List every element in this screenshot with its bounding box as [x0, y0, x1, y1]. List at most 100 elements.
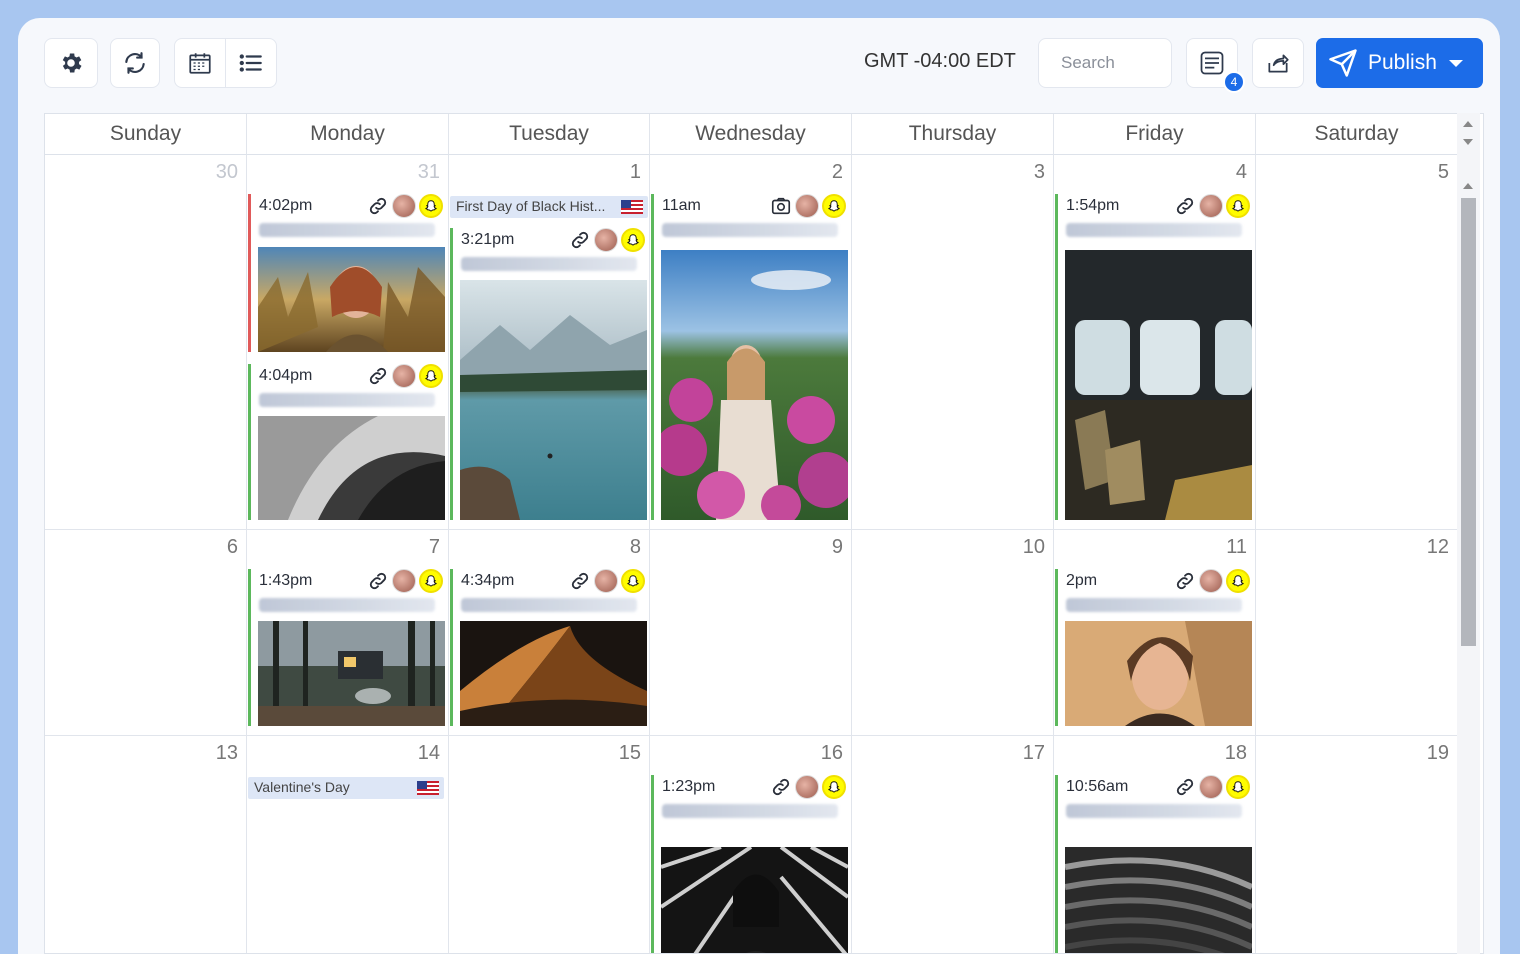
link-icon: [369, 572, 387, 590]
snapchat-icon: [621, 569, 645, 593]
avatar: [594, 569, 618, 593]
filter-icon: [1200, 51, 1224, 75]
toolbar: GMT -04:00 EDT 4 Publish: [18, 18, 1500, 113]
day-number: 11: [1226, 536, 1247, 558]
weekday-header: Sunday: [45, 114, 247, 155]
weekday-header: Tuesday: [449, 114, 650, 155]
search-input[interactable]: [1038, 38, 1172, 88]
woman-in-grass-photo: [258, 247, 445, 352]
instagram-icon: [771, 197, 791, 215]
scheduled-post[interactable]: 10:56am: [1055, 775, 1252, 953]
day-number: 13: [215, 742, 238, 764]
calendar-view-icon: [189, 53, 211, 74]
scheduled-post[interactable]: 3:21pm: [450, 228, 647, 520]
post-time: 1:43pm: [259, 572, 313, 589]
day-cell[interactable]: 5: [1256, 155, 1458, 530]
snapchat-icon: [822, 194, 846, 218]
day-cell[interactable]: 13: [45, 736, 247, 953]
day-cell[interactable]: 19: [1256, 736, 1458, 953]
post-time: 4:34pm: [461, 572, 515, 589]
filter-button[interactable]: 4: [1186, 38, 1245, 93]
list-view-button[interactable]: [225, 38, 277, 88]
day-number: 9: [831, 536, 843, 558]
day-cell[interactable]: 30: [45, 155, 247, 530]
publish-label: Publish: [1368, 51, 1437, 74]
link-icon: [1176, 197, 1194, 215]
scroll-up-icon[interactable]: [1463, 183, 1473, 189]
scheduled-post[interactable]: 1:23pm: [651, 775, 848, 953]
us-flag-icon: [621, 200, 643, 214]
post-caption-blurred: [461, 257, 637, 271]
weekday-header: Saturday: [1256, 114, 1458, 155]
day-number: 3: [1033, 161, 1045, 183]
post-caption-blurred: [1066, 223, 1242, 237]
scheduled-post[interactable]: 1:43pm: [248, 569, 445, 726]
snapchat-icon: [1226, 569, 1250, 593]
day-cell[interactable]: 10: [852, 530, 1054, 736]
post-status-bar: [651, 775, 654, 953]
scheduled-post[interactable]: 11am: [651, 194, 848, 520]
link-icon: [1176, 778, 1194, 796]
day-number: 19: [1426, 742, 1449, 764]
architecture-bw-photo: [258, 416, 445, 520]
day-cell[interactable]: 12: [1256, 530, 1458, 736]
post-icons: [569, 228, 645, 252]
day-cell[interactable]: 9: [650, 530, 852, 736]
calendar-view-button[interactable]: [174, 38, 226, 88]
scroll-up-icon[interactable]: [1463, 121, 1473, 127]
scheduled-post[interactable]: 2pm: [1055, 569, 1252, 726]
train-interior-photo: [1065, 250, 1252, 520]
scroll-down-icon[interactable]: [1463, 139, 1473, 145]
weekday-header: Thursday: [852, 114, 1054, 155]
link-icon: [1176, 572, 1194, 590]
post-caption-blurred: [259, 393, 435, 407]
snapchat-icon: [621, 228, 645, 252]
event-title: Valentine's Day: [254, 779, 350, 795]
snapchat-icon: [1226, 775, 1250, 799]
scheduled-post[interactable]: 4:34pm: [450, 569, 647, 726]
refresh-button[interactable]: [110, 38, 160, 88]
day-number: 18: [1224, 742, 1247, 764]
post-time: 10:56am: [1066, 778, 1129, 795]
woman-in-flowers-photo: [661, 250, 848, 520]
vertical-scrollbar[interactable]: [1457, 113, 1480, 954]
day-cell[interactable]: 17: [852, 736, 1054, 953]
post-icons: [367, 194, 443, 218]
post-caption-blurred: [259, 223, 435, 237]
post-caption-blurred: [662, 223, 838, 237]
publish-button[interactable]: Publish: [1316, 38, 1483, 88]
post-status-bar: [450, 569, 453, 726]
day-cell[interactable]: 14: [247, 736, 449, 953]
post-icons: [770, 194, 846, 218]
chevron-down-icon[interactable]: [1448, 59, 1463, 67]
post-time: 3:21pm: [461, 231, 515, 248]
list-view-icon: [239, 54, 262, 72]
settings-button[interactable]: [44, 38, 98, 88]
post-time: 11am: [662, 197, 701, 214]
scheduled-post[interactable]: 4:04pm: [248, 364, 445, 520]
post-caption-blurred: [259, 598, 435, 612]
weekday-header: Monday: [247, 114, 449, 155]
day-cell[interactable]: 3: [852, 155, 1054, 530]
cabin-forest-photo: [258, 621, 445, 726]
scheduled-post[interactable]: 1:54pm: [1055, 194, 1252, 520]
day-number: 2: [831, 161, 843, 183]
post-status-bar: [1055, 194, 1058, 520]
abstract-curves-photo: [1065, 847, 1252, 953]
scrollbar-thumb[interactable]: [1461, 198, 1476, 646]
avatar: [392, 569, 416, 593]
avatar: [1199, 569, 1223, 593]
day-number: 15: [618, 742, 641, 764]
send-icon: [1329, 49, 1357, 77]
post-icons: [367, 569, 443, 593]
scheduled-post[interactable]: 4:02pm: [248, 194, 445, 352]
post-icons: [1174, 775, 1250, 799]
day-cell[interactable]: 6: [45, 530, 247, 736]
post-icons: [1174, 194, 1250, 218]
holiday-event[interactable]: Valentine's Day: [248, 777, 444, 799]
link-icon: [369, 367, 387, 385]
share-button[interactable]: [1252, 38, 1304, 88]
link-icon: [571, 572, 589, 590]
day-cell[interactable]: 15: [449, 736, 650, 953]
holiday-event[interactable]: First Day of Black Hist...: [450, 196, 648, 218]
